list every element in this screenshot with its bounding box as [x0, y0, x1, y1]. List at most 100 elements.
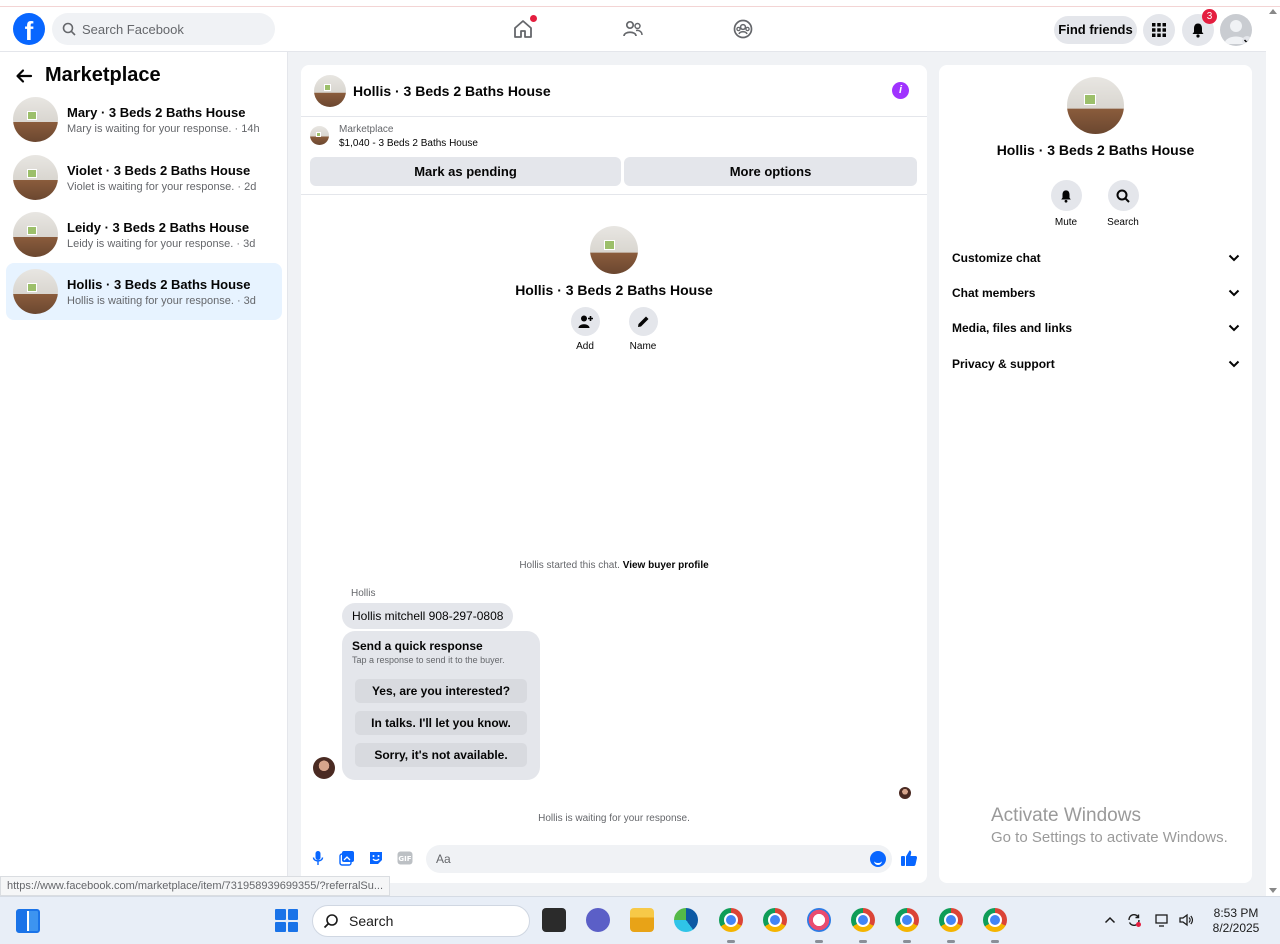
chrome-profile-4-icon[interactable]	[895, 908, 919, 932]
running-indicator	[947, 940, 955, 943]
chrome-profile-2-icon[interactable]	[763, 908, 787, 932]
listing-thumbnail	[13, 269, 58, 314]
system-clock[interactable]: 8:53 PM 8/2/2025	[1204, 906, 1268, 936]
facebook-logo-icon[interactable]: f	[13, 13, 45, 45]
conversation-item-mary[interactable]: Mary · 3 Beds 2 Baths House Mary is wait…	[6, 91, 282, 148]
search-icon	[1116, 189, 1130, 203]
add-people-button[interactable]: Add	[567, 307, 603, 352]
sticker-icon[interactable]	[368, 850, 384, 866]
watermark-subtitle: Go to Settings to activate Windows.	[991, 829, 1228, 846]
conversation-item-violet[interactable]: Violet · 3 Beds 2 Baths House Violet is …	[6, 149, 282, 206]
quick-response-interested[interactable]: Yes, are you interested?	[355, 679, 527, 703]
taskbar-search-box[interactable]: Search	[312, 905, 530, 937]
quick-response-subtitle: Tap a response to send it to the buyer.	[352, 655, 505, 665]
conversation-name: Violet · 3 Beds 2 Baths House	[67, 162, 251, 178]
privacy-support-section[interactable]: Privacy & support	[952, 354, 1240, 374]
window-top-edge	[0, 0, 1280, 7]
sidebar-title: Marketplace	[45, 64, 161, 86]
listing-summary[interactable]: Marketplace $1,040 - 3 Beds 2 Baths Hous…	[310, 123, 478, 151]
media-files-links-section[interactable]: Media, files and links	[952, 318, 1240, 338]
chat-listing-thumbnail[interactable]	[314, 74, 346, 107]
notifications-button[interactable]: 3	[1182, 9, 1217, 46]
message-input[interactable]: Aa	[426, 845, 892, 873]
listing-thumbnail	[13, 212, 58, 257]
chrome-profile-3-icon[interactable]	[851, 908, 875, 932]
info-icon[interactable]: i	[892, 82, 909, 99]
section-label: Media, files and links	[952, 321, 1073, 335]
edge-browser-icon[interactable]	[674, 908, 698, 932]
conversation-item-leidy[interactable]: Leidy · 3 Beds 2 Baths House Leidy is wa…	[6, 206, 282, 263]
home-icon[interactable]	[511, 15, 537, 41]
mute-button[interactable]: Mute	[1041, 180, 1091, 228]
network-icon[interactable]	[1153, 911, 1171, 929]
customize-chat-section[interactable]: Customize chat	[952, 248, 1240, 268]
conversation-item-hollis[interactable]: Hollis · 3 Beds 2 Baths House Hollis is …	[6, 263, 282, 320]
more-options-button[interactable]: More options	[624, 157, 917, 186]
sync-icon[interactable]	[1125, 911, 1143, 929]
search-facebook-input[interactable]: Search Facebook	[52, 13, 275, 45]
message-sender-name: Hollis	[351, 588, 376, 599]
add-person-icon	[578, 315, 593, 328]
widgets-icon[interactable]	[16, 909, 40, 933]
chrome-profile-5-icon[interactable]	[939, 908, 963, 932]
file-explorer-icon[interactable]	[630, 908, 654, 932]
search-in-chat-button[interactable]: Search	[1098, 180, 1148, 228]
volume-icon[interactable]	[1177, 911, 1195, 929]
teams-meet-icon[interactable]	[586, 908, 610, 932]
clock-time: 8:53 PM	[1213, 906, 1259, 920]
windows-start-icon[interactable]	[275, 909, 298, 932]
photo-icon[interactable]	[339, 850, 355, 866]
page-scrollbar[interactable]	[1266, 7, 1280, 896]
account-avatar[interactable]	[1220, 14, 1252, 46]
watermark-title: Activate Windows	[991, 805, 1141, 826]
svg-text:GIF: GIF	[398, 855, 411, 863]
gif-icon[interactable]: GIF	[397, 850, 413, 866]
running-indicator	[903, 940, 911, 943]
chrome-profile-1-icon[interactable]	[719, 908, 743, 932]
notification-count-badge: 3	[1202, 9, 1217, 24]
groups-icon[interactable]	[731, 17, 755, 41]
details-listing-thumbnail	[1067, 77, 1124, 134]
incoming-message-bubble[interactable]: Hollis mitchell 908-297-0808	[342, 603, 514, 629]
mark-as-pending-button[interactable]: Mark as pending	[310, 157, 621, 186]
seen-receipt-avatar	[899, 787, 911, 799]
scroll-down-arrow-icon[interactable]	[1269, 888, 1277, 893]
chevron-down-icon	[1228, 324, 1240, 332]
snipping-tool-icon[interactable]	[807, 908, 831, 932]
scroll-up-arrow-icon[interactable]	[1269, 9, 1277, 14]
menu-grid-button[interactable]	[1143, 14, 1175, 46]
quick-response-in-talks[interactable]: In talks. I'll let you know.	[355, 711, 527, 735]
profile-name: Hollis · 3 Beds 2 Baths House	[515, 282, 713, 298]
chat-title[interactable]: Hollis · 3 Beds 2 Baths House	[353, 83, 551, 99]
show-hidden-icons-chevron-icon[interactable]	[1101, 911, 1119, 929]
name-label: Name	[629, 341, 657, 352]
task-view-icon[interactable]	[542, 908, 566, 932]
running-indicator	[991, 940, 999, 943]
microphone-icon[interactable]	[310, 850, 326, 866]
emoji-icon[interactable]	[870, 851, 886, 867]
conversation-status: Violet is waiting for your response. · 2…	[67, 180, 257, 193]
chat-started-notice: Hollis started this chat. View buyer pro…	[301, 560, 927, 571]
edit-name-button[interactable]: Name	[625, 307, 661, 352]
chat-panel: Hollis · 3 Beds 2 Baths House i Marketpl…	[301, 65, 927, 883]
quick-response-not-available[interactable]: Sorry, it's not available.	[355, 743, 527, 767]
quick-response-card: Send a quick response Tap a response to …	[342, 631, 540, 780]
chat-members-section[interactable]: Chat members	[952, 283, 1240, 303]
chrome-profile-6-icon[interactable]	[983, 908, 1007, 932]
friends-icon[interactable]	[621, 17, 645, 41]
chevron-down-icon	[1228, 360, 1240, 368]
back-arrow-icon[interactable]	[15, 67, 33, 85]
listing-thumbnail	[13, 97, 58, 142]
conversation-name: Mary · 3 Beds 2 Baths House	[67, 104, 246, 120]
view-buyer-profile-link[interactable]: View buyer profile	[623, 560, 709, 571]
sender-avatar[interactable]	[313, 757, 335, 779]
waiting-notice: Hollis is waiting for your response.	[538, 813, 690, 824]
listing-price-title: $1,040 - 3 Beds 2 Baths House	[339, 138, 478, 149]
link-status-url: https://www.facebook.com/marketplace/ite…	[0, 876, 391, 896]
chat-started-text: Hollis started this chat.	[519, 560, 620, 571]
section-label: Customize chat	[952, 251, 1041, 265]
find-friends-button[interactable]: Find friends	[1054, 16, 1137, 44]
thumbs-up-icon[interactable]	[900, 849, 918, 867]
chevron-down-icon	[1228, 254, 1240, 262]
listing-source: Marketplace	[339, 124, 394, 135]
